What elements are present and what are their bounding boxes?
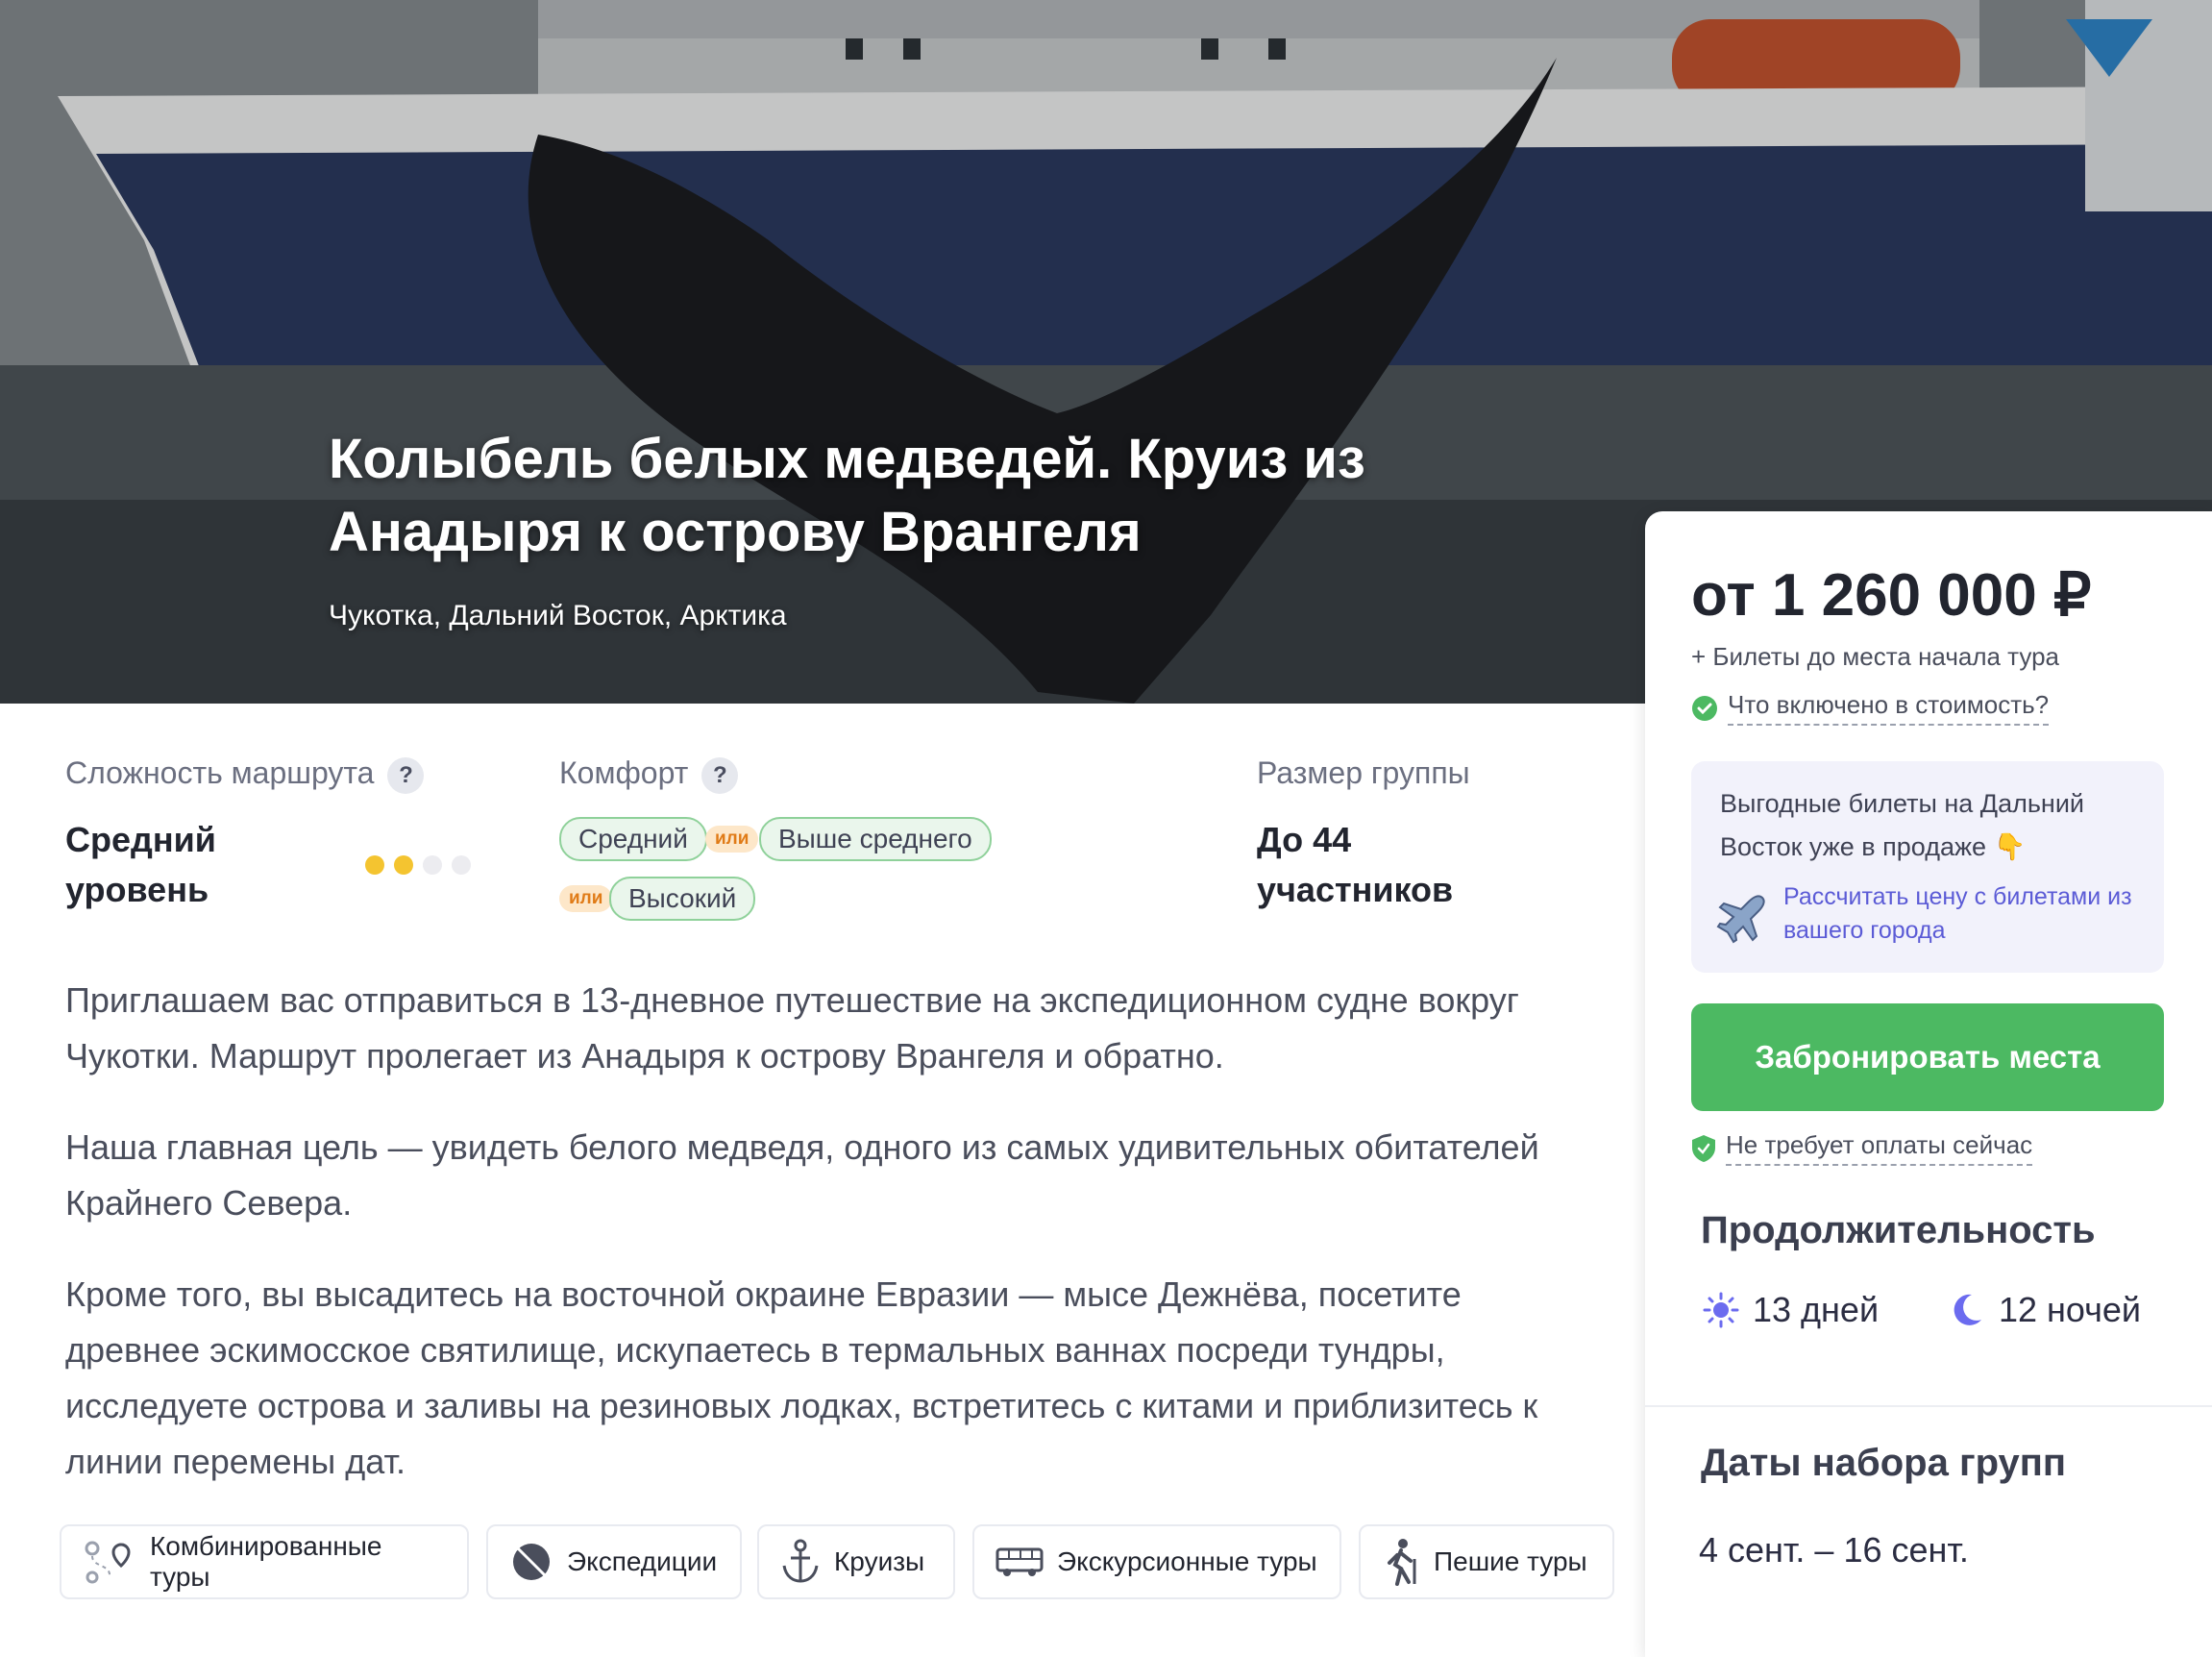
comfort-option-medium: Средний (559, 817, 707, 861)
book-button[interactable]: Забронировать места (1691, 1003, 2164, 1111)
difficulty-label-row: Сложность маршрута? (65, 755, 425, 794)
duration-days: 13 дней (1703, 1290, 1879, 1330)
group-dates[interactable]: 4 сент. – 16 сент. (1699, 1530, 1969, 1570)
days-value: 13 дней (1753, 1290, 1880, 1329)
level-dot (423, 855, 442, 875)
difficulty-value: Средний уровень (65, 815, 216, 915)
tickets-promo: Выгодные билеты на Дальний Восток уже в … (1691, 761, 2164, 973)
description-paragraph-2: Наша главная цель — увидеть белого медве… (65, 1127, 1539, 1223)
tickets-note: + Билеты до места начала тура (1691, 642, 2060, 671)
difficulty-help-icon[interactable]: ? (387, 756, 425, 794)
tag-label: Круизы (834, 1546, 925, 1576)
tour-title-line-1: Колыбель белых медведей. Круиз из (329, 428, 1365, 490)
comfort-label: Комфорт (559, 755, 689, 790)
group-size-value: До 44 участников (1257, 815, 1453, 915)
comfort-help-icon[interactable]: ? (701, 756, 739, 794)
card-divider (1645, 1405, 2212, 1407)
difficulty-label: Сложность маршрута (65, 755, 375, 790)
level-dot (452, 855, 471, 875)
included-link-label[interactable]: Что включено в стоимость? (1728, 690, 2050, 726)
no-payment-note[interactable]: Не требует оплаты сейчас (1691, 1130, 2033, 1166)
airplane-icon (1716, 895, 1765, 944)
booking-card: от 1 260 000 ₽ + Билеты до места начала … (1645, 511, 2212, 1657)
comfort-option-high: Высокий (609, 877, 756, 921)
route-icon (85, 1541, 131, 1584)
level-dot (394, 855, 413, 875)
included-link[interactable]: Что включено в стоимость? (1691, 690, 2050, 726)
group-size-label: Размер группы (1257, 755, 1470, 790)
comfort-label-row: Комфорт? (559, 755, 739, 794)
duration-title: Продолжительность (1701, 1209, 2096, 1251)
difficulty-level-indicator (365, 855, 471, 875)
moon-icon (1954, 1294, 1981, 1325)
hiker-icon (1388, 1539, 1416, 1586)
duration-nights: 12 ночей (1947, 1290, 2141, 1330)
comfort-or-label: или (705, 826, 759, 853)
tour-title: Колыбель белых медведей. Круиз из Анадыр… (329, 423, 1482, 569)
compass-icon (513, 1544, 550, 1580)
level-dot (365, 855, 384, 875)
comfort-option-above-medium: Выше среднего (759, 817, 992, 861)
tag-label: Комбинированные туры (150, 1531, 382, 1592)
tag-sightseeing-tours[interactable]: Экскурсионные туры (972, 1524, 1341, 1599)
tag-combined-tours[interactable]: Комбинированные туры (60, 1524, 469, 1599)
difficulty-value-line-1: Средний (65, 820, 216, 859)
no-payment-label[interactable]: Не требует оплаты сейчас (1726, 1130, 2033, 1166)
group-size-value-line-1: До 44 (1257, 820, 1352, 859)
tour-title-line-2: Анадыря к острову Врангеля (329, 501, 1142, 563)
calculate-price-link[interactable]: Рассчитать цену с билетами из вашего гор… (1783, 880, 2139, 948)
tour-regions: Чукотка, Дальний Восток, Арктика (329, 600, 787, 631)
price: от 1 260 000 ₽ (1691, 562, 2092, 629)
tag-expeditions[interactable]: Экспедиции (486, 1524, 742, 1599)
shield-icon (1692, 1134, 1715, 1162)
tag-cruises[interactable]: Круизы (757, 1524, 955, 1599)
tag-label: Экспедиции (567, 1546, 718, 1576)
tag-hiking-tours[interactable]: Пешие туры (1359, 1524, 1614, 1599)
anchor-icon (782, 1539, 819, 1583)
check-circle-icon (1692, 695, 1717, 721)
bus-icon (995, 1547, 1044, 1576)
tag-label: Пешие туры (1434, 1546, 1587, 1576)
tag-label: Экскурсионные туры (1057, 1546, 1317, 1576)
difficulty-value-line-2: уровень (65, 870, 209, 909)
comfort-or-label: или (559, 885, 613, 912)
dates-title: Даты набора групп (1701, 1442, 2067, 1484)
nights-value: 12 ночей (1999, 1290, 2142, 1329)
description-paragraph-3: Кроме того, вы высадитесь на восточной о… (65, 1274, 1538, 1481)
group-size-value-line-2: участников (1257, 870, 1454, 909)
promo-text: Выгодные билеты на Дальний Восток уже в … (1720, 789, 2085, 861)
description-paragraph-1: Приглашаем вас отправиться в 13-дневное … (65, 980, 1519, 1076)
sun-icon (1703, 1292, 1739, 1328)
